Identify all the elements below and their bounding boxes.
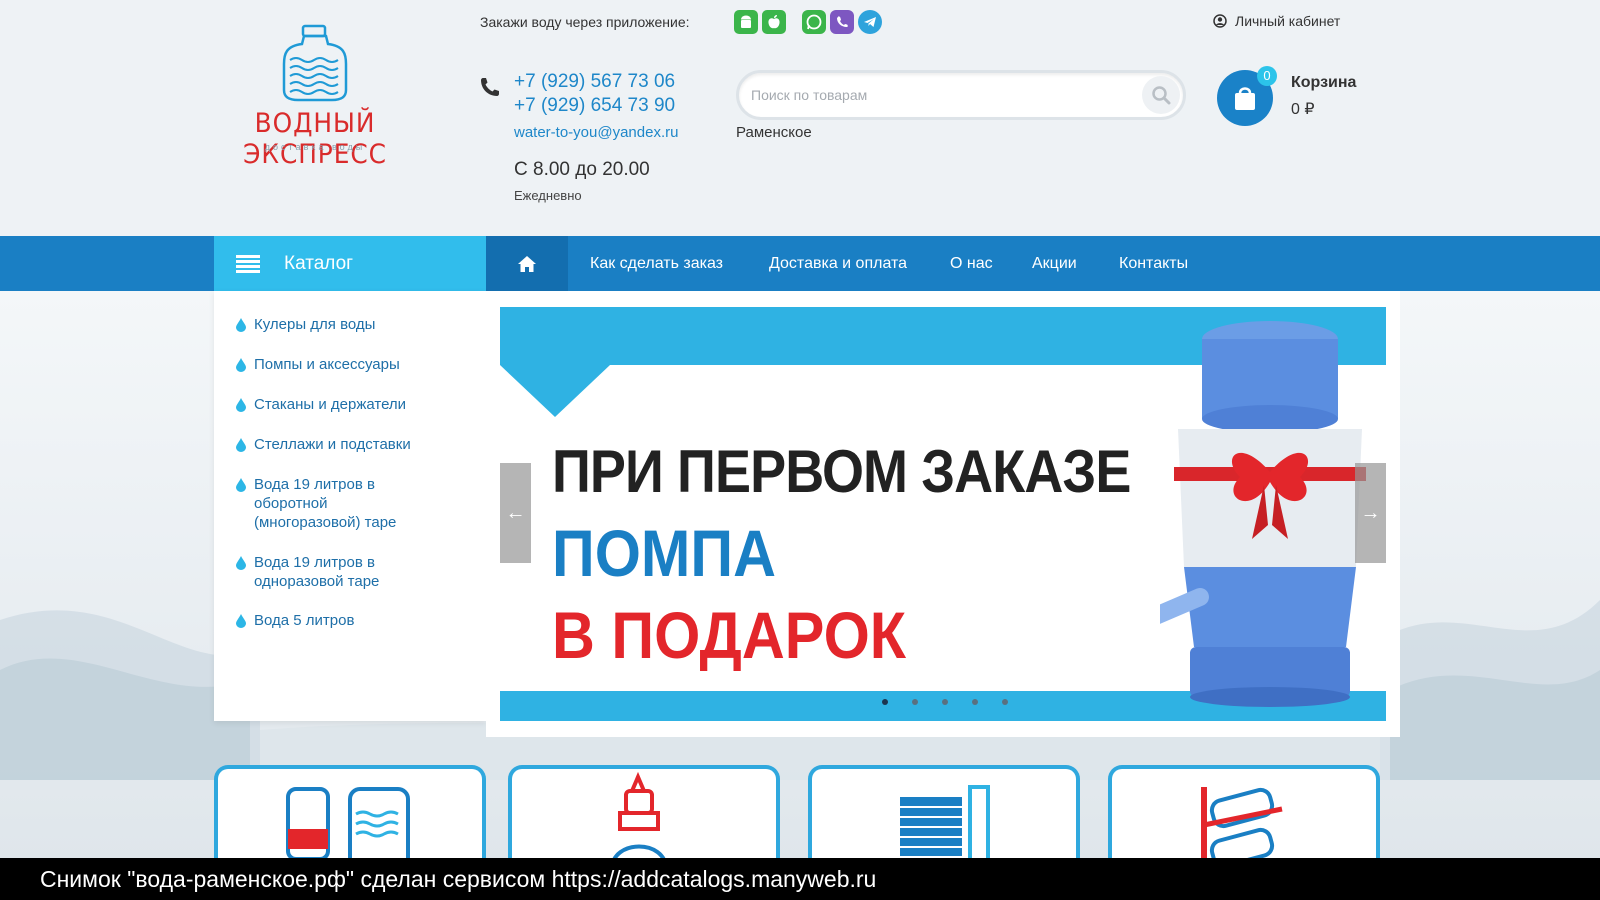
home-button[interactable] [486,236,568,291]
account-link[interactable]: Личный кабинет [1213,13,1340,29]
banner-headline-line3: В ПОДАРОК [552,598,907,672]
water-drop-icon [236,438,246,452]
viber-icon[interactable] [830,10,854,34]
promo-slider: ПРИ ПЕРВОМ ЗАКАЗЕ ПОМПА В ПОДАРОК [486,291,1400,737]
shopping-bag-icon [1235,87,1255,110]
sidebar-item-water-5l[interactable]: Вода 5 литров [236,611,354,630]
water-drop-icon [236,318,246,332]
home-icon [518,255,536,272]
page: ВОДНЫЙ ЭКСПРЕСС доставка воды Закажи вод… [0,0,1600,900]
slider-dot[interactable] [912,699,918,705]
catalog-button[interactable]: Каталог [214,236,486,291]
slider-prev-button[interactable]: ← [500,463,531,563]
sidebar-item-label: Стеллажи и подставки [254,436,411,453]
water-drop-icon [236,478,246,492]
site-header: ВОДНЫЙ ЭКСПРЕСС доставка воды Закажи вод… [0,0,1600,236]
nav-promotions[interactable]: Акции [1032,236,1077,291]
apple-icon[interactable] [762,10,786,34]
android-icon[interactable] [734,10,758,34]
category-tiles [214,765,1400,875]
water-drop-icon [236,398,246,412]
sidebar-item-label: Вода 19 литров в оборотной (многоразовой… [254,476,397,531]
sidebar-item-cups[interactable]: Стаканы и держатели [236,395,406,414]
sidebar-item-label: Вода 19 литров в одноразовой таре [254,554,380,590]
phone-icon [481,78,499,96]
list-icon [236,254,260,273]
logo[interactable]: ВОДНЫЙ ЭКСПРЕСС доставка воды [212,24,418,170]
nav-about[interactable]: О нас [950,236,993,291]
nav-contacts[interactable]: Контакты [1119,236,1188,291]
slider-dot[interactable] [1002,699,1008,705]
promo-banner[interactable]: ПРИ ПЕРВОМ ЗАКАЗЕ ПОМПА В ПОДАРОК [500,307,1386,721]
banner-headline-line1: ПРИ ПЕРВОМ ЗАКАЗЕ [552,438,1131,505]
slider-dot[interactable] [942,699,948,705]
water-pump-image [1160,321,1366,707]
working-hours: С 8.00 до 20.00 [514,159,650,180]
phone-number-1[interactable]: +7 (929) 567 73 06 [514,71,675,93]
catalog-sidebar: Кулеры для воды Помпы и аксессуары Стака… [214,291,486,721]
slider-dot[interactable] [882,699,888,705]
sidebar-item-pumps[interactable]: Помпы и аксессуары [236,355,400,374]
water-bottle-logo-icon [282,24,348,102]
sidebar-item-label: Вода 5 литров [254,612,355,629]
cart-sum: 0 ₽ [1291,101,1315,118]
sidebar-item-coolers[interactable]: Кулеры для воды [236,315,375,334]
account-label: Личный кабинет [1235,13,1341,29]
water-drop-icon [236,556,246,570]
sidebar-item-water-19l-disposable[interactable]: Вода 19 литров в одноразовой таре [236,553,416,591]
search-input[interactable] [751,83,1121,107]
nav-how-to-order[interactable]: Как сделать заказ [590,236,723,291]
sidebar-item-label: Кулеры для воды [254,316,376,333]
slider-next-button[interactable]: → [1355,463,1386,563]
slider-dot[interactable] [972,699,978,705]
app-download-label: Закажи воду через приложение: [480,14,690,30]
telegram-icon[interactable] [858,10,882,34]
app-icons [734,10,882,34]
banner-headline-line2: ПОМПА [552,516,776,590]
phone-number-2[interactable]: +7 (929) 654 73 90 [514,95,675,117]
water-drop-icon [236,358,246,372]
water-drop-icon [236,614,246,628]
sidebar-item-label: Стаканы и держатели [254,396,407,413]
banner-triangle-decoration [500,365,610,417]
screenshot-caption: Снимок "вода-раменское.рф" сделан сервис… [0,858,1600,900]
slider-dots [882,699,1008,705]
user-icon [1213,14,1227,28]
search-box [736,70,1186,120]
sidebar-item-water-19l-reusable[interactable]: Вода 19 литров в оборотной (многоразовой… [236,475,436,532]
cart-label[interactable]: Корзина [1291,74,1356,92]
working-days: Ежедневно [514,188,582,203]
city-selector[interactable]: Раменское [736,124,812,141]
pump-icon [610,771,668,870]
cup-dispenser-icon [900,785,990,871]
search-icon [1152,86,1171,105]
sidebar-item-label: Помпы и аксессуары [254,356,400,373]
logo-subtitle: доставка воды [264,142,366,152]
sidebar-item-racks[interactable]: Стеллажи и подставки [236,435,411,454]
email-link[interactable]: water-to-you@yandex.ru [514,124,678,141]
bottle-rack-icon [1201,787,1283,869]
water-cooler-icon [286,787,410,871]
whatsapp-icon[interactable] [802,10,826,34]
search-button[interactable] [1142,76,1180,114]
catalog-label: Каталог [284,252,354,274]
nav-delivery-payment[interactable]: Доставка и оплата [769,236,907,291]
logo-title: ВОДНЫЙ ЭКСПРЕСС [243,108,387,170]
cart-count-badge: 0 [1257,66,1277,86]
